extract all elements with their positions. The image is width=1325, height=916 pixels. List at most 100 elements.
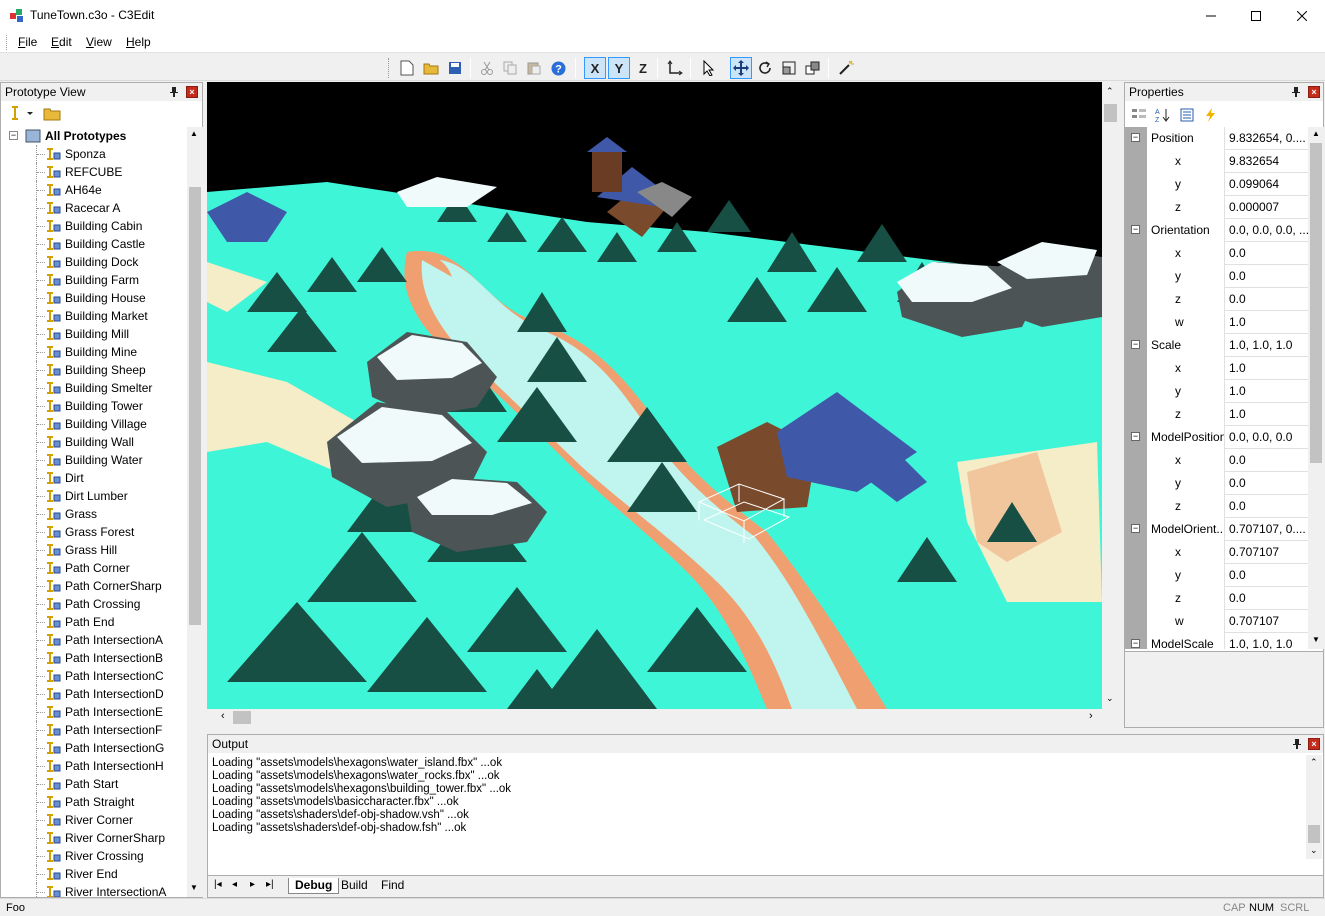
property-value[interactable]: 0.707107, 0....	[1225, 518, 1308, 541]
collapse-toggle[interactable]: −	[1131, 639, 1140, 648]
property-value[interactable]: 1.0	[1225, 357, 1308, 380]
property-value[interactable]: 1.0, 1.0, 1.0	[1225, 334, 1308, 357]
tree-item[interactable]: River IntersectionA	[1, 883, 187, 897]
property-row[interactable]: x 0.707107	[1125, 541, 1308, 564]
property-value[interactable]: 9.832654, 0....	[1225, 127, 1308, 150]
output-log[interactable]: Loading "assets\models\hexagons\water_is…	[212, 757, 1302, 859]
property-value[interactable]: 0.0	[1225, 472, 1308, 495]
minimize-button[interactable]	[1188, 0, 1234, 31]
tree-item[interactable]: Building Wall	[1, 433, 187, 451]
tree-item[interactable]: Building Sheep	[1, 361, 187, 379]
property-value[interactable]: 0.0	[1225, 288, 1308, 311]
alphabetical-icon[interactable]: AZ	[1155, 107, 1171, 123]
tree-item[interactable]: Sponza	[1, 145, 187, 163]
tree-item[interactable]: Path IntersectionB	[1, 649, 187, 667]
scroll-thumb[interactable]	[1308, 825, 1320, 843]
property-row[interactable]: y 0.0	[1125, 265, 1308, 288]
property-row[interactable]: z 1.0	[1125, 403, 1308, 426]
property-value[interactable]: 0.0, 0.0, 0.0, ...	[1225, 219, 1308, 242]
property-row[interactable]: x 0.0	[1125, 242, 1308, 265]
scroll-down-arrow[interactable]: ▼	[1312, 635, 1320, 644]
scale-tool[interactable]	[778, 57, 800, 79]
scroll-thumb[interactable]	[1104, 104, 1117, 122]
axis-y-toggle[interactable]: Y	[608, 57, 630, 79]
property-value[interactable]: 0.0	[1225, 265, 1308, 288]
tree-item[interactable]: Path Start	[1, 775, 187, 793]
prototype-tool-dropdown[interactable]	[9, 105, 35, 123]
scene-viewport[interactable]	[207, 82, 1102, 709]
property-row[interactable]: z 0.0	[1125, 495, 1308, 518]
tree-item[interactable]: Path Corner	[1, 559, 187, 577]
tree-root[interactable]: − All Prototypes	[1, 127, 187, 145]
tree-item[interactable]: Grass Forest	[1, 523, 187, 541]
tree-item[interactable]: Path Straight	[1, 793, 187, 811]
properties-scrollbar[interactable]: ▲ ▼	[1308, 127, 1324, 649]
collapse-toggle[interactable]: −	[9, 131, 18, 140]
tree-item[interactable]: Dirt	[1, 469, 187, 487]
property-value[interactable]: 9.832654	[1225, 150, 1308, 173]
menu-view[interactable]: View	[86, 35, 112, 49]
tree-item[interactable]: Racecar A	[1, 199, 187, 217]
tab-debug[interactable]: Debug	[288, 878, 340, 894]
tree-item[interactable]: Building Tower	[1, 397, 187, 415]
tree-item[interactable]: Grass Hill	[1, 541, 187, 559]
axis-x-toggle[interactable]: X	[584, 57, 606, 79]
property-row[interactable]: z 0.000007	[1125, 196, 1308, 219]
tree-item[interactable]: Path IntersectionH	[1, 757, 187, 775]
property-row[interactable]: y 0.0	[1125, 564, 1308, 587]
tree-item[interactable]: River Corner	[1, 811, 187, 829]
property-value[interactable]: 1.0	[1225, 311, 1308, 334]
viewport-horizontal-scrollbar[interactable]: ‹ ›	[207, 709, 1102, 726]
tree-item[interactable]: River CornerSharp	[1, 829, 187, 847]
rotate-tool[interactable]	[754, 57, 776, 79]
property-row[interactable]: y 0.099064	[1125, 173, 1308, 196]
property-row[interactable]: z 0.0	[1125, 288, 1308, 311]
next-tab-button[interactable]: ▸	[250, 879, 255, 890]
prototype-view-close-button[interactable]: ×	[186, 86, 198, 98]
tree-item[interactable]: Building House	[1, 289, 187, 307]
tree-item[interactable]: Building Dock	[1, 253, 187, 271]
select-tool[interactable]	[698, 57, 720, 79]
property-row[interactable]: y 1.0	[1125, 380, 1308, 403]
property-group-row[interactable]: − Orientation 0.0, 0.0, 0.0, ...	[1125, 219, 1308, 242]
paste-button[interactable]	[523, 57, 545, 79]
first-tab-button[interactable]: |◂	[214, 879, 222, 890]
menu-file[interactable]: File	[18, 35, 37, 49]
scroll-thumb[interactable]	[233, 711, 251, 724]
property-pages-icon[interactable]	[1179, 107, 1195, 123]
property-group-row[interactable]: − ModelOrient... 0.707107, 0....	[1125, 518, 1308, 541]
scroll-up-arrow[interactable]: ⌃	[1310, 757, 1318, 768]
axis-z-toggle[interactable]: Z	[632, 57, 654, 79]
tree-item[interactable]: Building Market	[1, 307, 187, 325]
property-value[interactable]: 0.099064	[1225, 173, 1308, 196]
scroll-down-arrow[interactable]: ▼	[190, 883, 198, 892]
tree-item[interactable]: Building Mine	[1, 343, 187, 361]
scroll-up-arrow[interactable]: ⌃	[1106, 86, 1114, 97]
local-axes-button[interactable]	[664, 57, 686, 79]
scroll-right-arrow[interactable]: ›	[1089, 710, 1093, 722]
scroll-up-arrow[interactable]: ▲	[1312, 129, 1320, 138]
tree-item[interactable]: Path IntersectionA	[1, 631, 187, 649]
pin-icon[interactable]	[1290, 86, 1302, 98]
collapse-toggle[interactable]: −	[1131, 524, 1140, 533]
tree-item[interactable]: Building Castle	[1, 235, 187, 253]
cut-button[interactable]	[476, 57, 498, 79]
last-tab-button[interactable]: ▸|	[266, 879, 274, 890]
menu-edit[interactable]: Edit	[51, 35, 72, 49]
property-value[interactable]: 0.0	[1225, 587, 1308, 610]
save-button[interactable]	[444, 57, 466, 79]
tree-item[interactable]: Building Smelter	[1, 379, 187, 397]
property-group-row[interactable]: − ModelPosition 0.0, 0.0, 0.0	[1125, 426, 1308, 449]
tab-build[interactable]: Build	[335, 878, 374, 894]
collapse-toggle[interactable]: −	[1131, 432, 1140, 441]
events-icon[interactable]	[1203, 107, 1219, 123]
tree-item[interactable]: River End	[1, 865, 187, 883]
property-value[interactable]: 0.000007	[1225, 196, 1308, 219]
tree-item[interactable]: Building Mill	[1, 325, 187, 343]
prev-tab-button[interactable]: ◂	[232, 879, 237, 890]
viewport-vertical-scrollbar[interactable]: ⌃ ⌄	[1102, 82, 1119, 709]
pin-icon[interactable]	[168, 86, 180, 98]
property-row[interactable]: y 0.0	[1125, 472, 1308, 495]
property-row[interactable]: x 1.0	[1125, 357, 1308, 380]
property-row[interactable]: w 1.0	[1125, 311, 1308, 334]
